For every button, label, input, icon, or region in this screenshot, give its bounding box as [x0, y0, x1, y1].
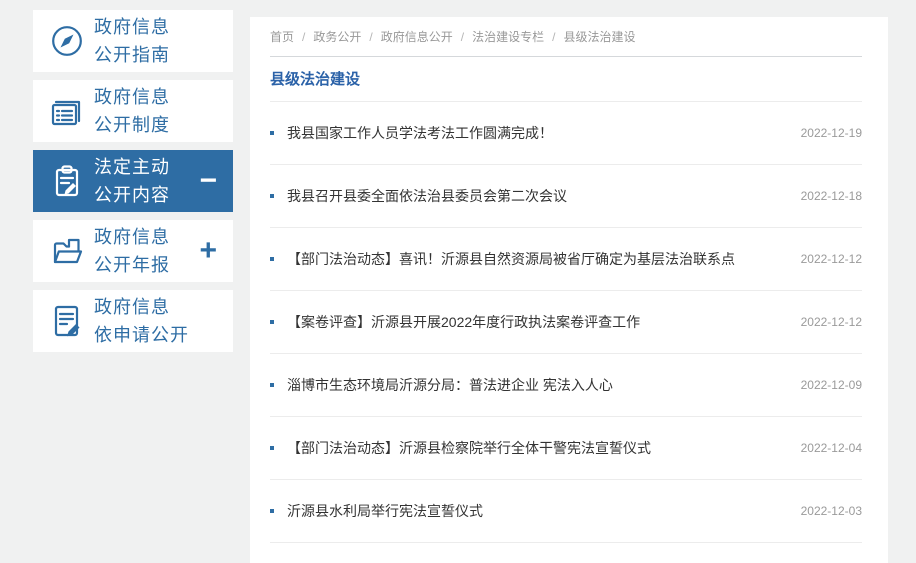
sidebar-item-statutory-disclosure[interactable]: 法定主动 公开内容 −: [33, 150, 233, 212]
clipboard-pen-icon: [47, 161, 87, 201]
article-list: 我县国家工作人员学法考法工作圆满完成！ 2022-12-19 我县召开县委全面依…: [270, 102, 862, 543]
article-date: 2022-12-09: [800, 378, 862, 392]
breadcrumb-item: 政务公开 /: [313, 28, 380, 45]
breadcrumb-link[interactable]: 法治建设专栏: [472, 28, 544, 45]
article-row[interactable]: 【案卷评查】沂源县开展2022年度行政执法案卷评查工作 2022-12-12: [270, 291, 862, 354]
breadcrumb-link[interactable]: 政府信息公开: [381, 28, 453, 45]
article-date: 2022-12-03: [800, 504, 862, 518]
breadcrumb-separator: /: [369, 29, 373, 44]
sidebar-item-label: 政府信息 公开指南: [94, 17, 170, 65]
article-row[interactable]: 我县召开县委全面依法治县委员会第二次会议 2022-12-18: [270, 165, 862, 228]
bullet-icon: [270, 383, 274, 387]
article-row[interactable]: 【部门法治动态】沂源县检察院举行全体干警宪法宣誓仪式 2022-12-04: [270, 417, 862, 480]
breadcrumb-item: 法治建设专栏 /: [472, 28, 563, 45]
bullet-icon: [270, 257, 274, 261]
article-date: 2022-12-04: [800, 441, 862, 455]
breadcrumb-item: 政府信息公开 /: [381, 28, 472, 45]
breadcrumb-separator: /: [552, 29, 556, 44]
article-row[interactable]: 沂源县水利局举行宪法宣誓仪式 2022-12-03: [270, 480, 862, 543]
section-title-row: 县级法治建设: [270, 57, 862, 102]
article-title-link[interactable]: 淄博市生态环境局沂源分局：普法进企业 宪法入人心: [287, 375, 613, 395]
breadcrumb-link[interactable]: 县级法治建设: [563, 28, 635, 45]
sidebar-item-label: 政府信息 公开制度: [94, 87, 170, 135]
article-title-link[interactable]: 【部门法治动态】喜讯！沂源县自然资源局被省厅确定为基层法治联系点: [287, 249, 735, 269]
article-date: 2022-12-12: [800, 252, 862, 266]
article-row[interactable]: 我县国家工作人员学法考法工作圆满完成！ 2022-12-19: [270, 102, 862, 165]
article-title-link[interactable]: 我县国家工作人员学法考法工作圆满完成！: [287, 123, 553, 143]
sidebar-item-disclosure-system[interactable]: 政府信息 公开制度: [33, 80, 233, 142]
article-row[interactable]: 【部门法治动态】喜讯！沂源县自然资源局被省厅确定为基层法治联系点 2022-12…: [270, 228, 862, 291]
document-pen-icon: [47, 301, 87, 341]
sidebar-item-disclosure-on-request[interactable]: 政府信息 依申请公开: [33, 290, 233, 352]
list-document-icon: [47, 91, 87, 131]
article-title-link[interactable]: 【案卷评查】沂源县开展2022年度行政执法案卷评查工作: [287, 312, 640, 332]
breadcrumb-link[interactable]: 政务公开: [313, 28, 361, 45]
bullet-icon: [270, 446, 274, 450]
breadcrumb-separator: /: [302, 29, 306, 44]
sidebar-item-label: 政府信息 公开年报: [94, 227, 170, 275]
compass-icon: [47, 21, 87, 61]
bullet-icon: [270, 320, 274, 324]
sidebar-item-disclosure-guide[interactable]: 政府信息 公开指南: [33, 10, 233, 72]
expand-plus-icon[interactable]: +: [199, 236, 217, 266]
bullet-icon: [270, 131, 274, 135]
article-title-link[interactable]: 沂源县水利局举行宪法宣誓仪式: [287, 501, 483, 521]
breadcrumb-link[interactable]: 首页: [270, 28, 294, 45]
article-date: 2022-12-19: [800, 126, 862, 140]
folder-document-icon: [47, 231, 87, 271]
article-row[interactable]: 淄博市生态环境局沂源分局：普法进企业 宪法入人心 2022-12-09: [270, 354, 862, 417]
bullet-icon: [270, 509, 274, 513]
collapse-minus-icon[interactable]: −: [199, 166, 217, 196]
breadcrumb-item: 县级法治建设 /: [563, 28, 635, 45]
sidebar-item-label: 政府信息 依申请公开: [94, 297, 189, 345]
breadcrumb-separator: /: [460, 29, 465, 44]
bullet-icon: [270, 194, 274, 198]
breadcrumb: 首页 / 政务公开 / 政府信息公开 / 法治建设专栏 / 县级法治建设 /: [270, 17, 862, 57]
article-date: 2022-12-12: [800, 315, 862, 329]
content-panel: 首页 / 政务公开 / 政府信息公开 / 法治建设专栏 / 县级法治建设 /: [250, 17, 888, 563]
article-title-link[interactable]: 我县召开县委全面依法治县委员会第二次会议: [287, 186, 567, 206]
sidebar-menu: 政府信息 公开指南 政府信息 公开制度 法定主动 公开内容 − 政府信息 公开年…: [33, 10, 233, 360]
breadcrumb-item: 首页 /: [270, 28, 313, 45]
sidebar-item-label: 法定主动 公开内容: [94, 157, 170, 205]
article-date: 2022-12-18: [800, 189, 862, 203]
article-title-link[interactable]: 【部门法治动态】沂源县检察院举行全体干警宪法宣誓仪式: [287, 438, 651, 458]
sidebar-item-annual-report[interactable]: 政府信息 公开年报 +: [33, 220, 233, 282]
page-title: 县级法治建设: [270, 71, 361, 88]
